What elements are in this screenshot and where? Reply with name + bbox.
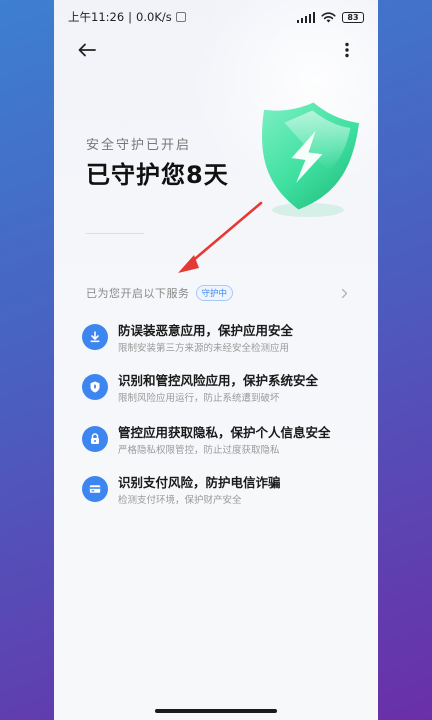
- feature-item: 管控应用获取隐私，保护个人信息安全 严格隐私权限管控，防止过度获取隐私: [82, 424, 352, 464]
- feature-description: 检测支付环境，保护财产安全: [118, 495, 242, 506]
- section-divider: [86, 233, 144, 234]
- status-badge: 守护中: [195, 285, 234, 301]
- more-options-button[interactable]: [340, 40, 354, 60]
- phone-screen: 上午11:26 | 0.0K/s 83 安全守护已开启 已守护您8天 已为您开启…: [54, 0, 378, 720]
- feature-description: 严格隐私权限管控，防止过度获取隐私: [118, 445, 280, 456]
- chevron-right-icon: [341, 288, 348, 298]
- signal-icon: [296, 11, 315, 23]
- feature-title: 识别和管控风险应用，保护系统安全: [118, 373, 319, 388]
- feature-title: 防误装恶意应用，保护应用安全: [118, 323, 294, 338]
- battery-icon: 83: [342, 11, 364, 23]
- more-vertical-icon: [345, 42, 349, 58]
- feature-title: 管控应用获取隐私，保护个人信息安全: [118, 425, 331, 440]
- lock-icon: [82, 426, 108, 452]
- feature-item: 防误装恶意应用，保护应用安全 限制安装第三方来源的未经安全检测应用: [82, 322, 352, 362]
- status-bar: 上午11:26 | 0.0K/s 83: [54, 0, 378, 34]
- enabled-services-label: 已为您开启以下服务: [86, 287, 190, 300]
- card-icon: [82, 476, 108, 502]
- notification-icon: [175, 12, 186, 22]
- download-icon: [82, 324, 108, 350]
- status-time: 上午11:26: [68, 10, 125, 24]
- shield-lightning-icon: [262, 102, 360, 217]
- back-button[interactable]: [76, 40, 98, 60]
- feature-item: 识别支付风险，防护电信诈骗 检测支付环境，保护财产安全: [82, 474, 352, 514]
- back-arrow-icon: [78, 43, 96, 57]
- network-speed: 0.0K/s: [136, 10, 172, 24]
- status-separator: |: [128, 10, 133, 24]
- protection-status-subtitle: 安全守护已开启: [86, 138, 192, 153]
- feature-item: 识别和管控风险应用，保护系统安全 限制风险应用运行，防止系统遭到破坏: [82, 372, 352, 412]
- enabled-services-row[interactable]: 已为您开启以下服务 守护中: [86, 284, 348, 302]
- feature-description: 限制风险应用运行，防止系统遭到破坏: [118, 393, 280, 404]
- feature-description: 限制安装第三方来源的未经安全检测应用: [118, 343, 290, 354]
- shield-icon: [82, 374, 108, 400]
- home-indicator[interactable]: [155, 709, 277, 713]
- page-title: 已守护您8天: [86, 161, 229, 189]
- feature-title: 识别支付风险，防护电信诈骗: [118, 475, 281, 490]
- wifi-icon: [321, 11, 336, 22]
